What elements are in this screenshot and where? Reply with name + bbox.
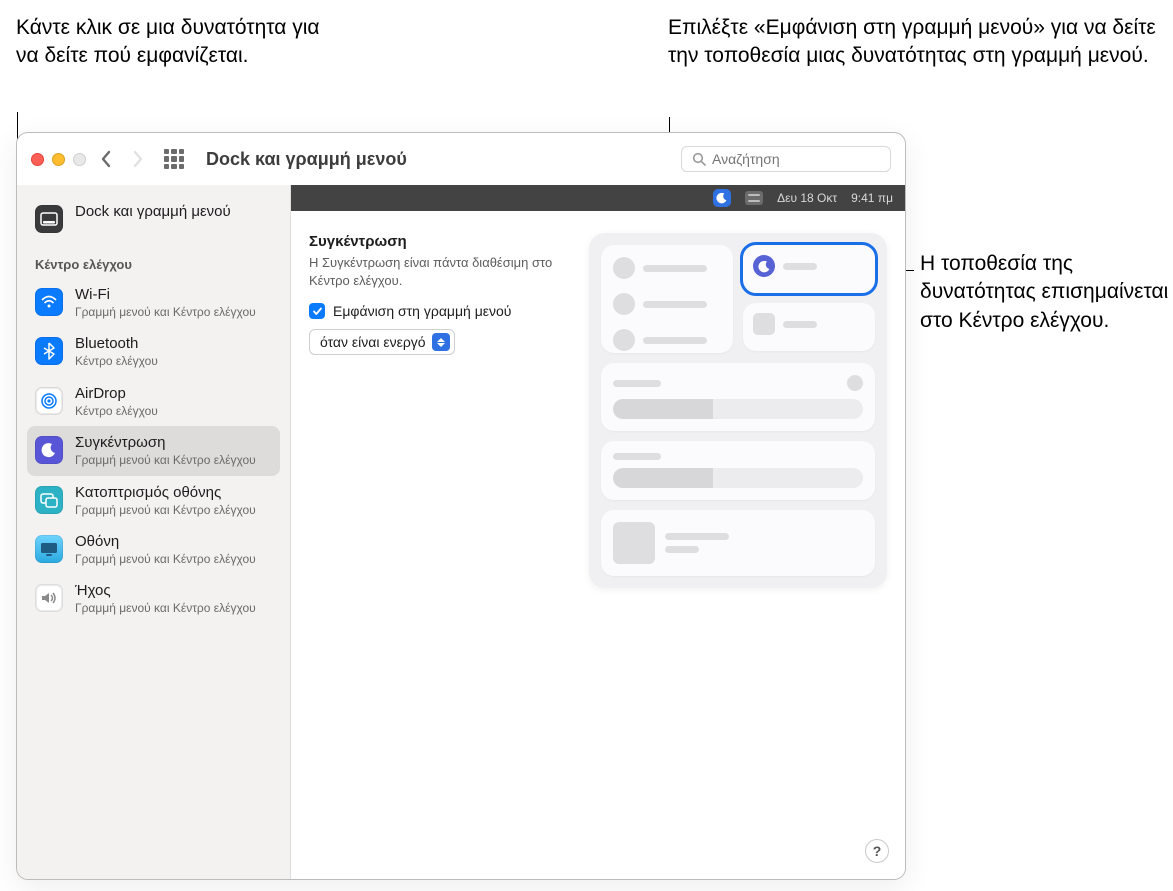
dock-icon xyxy=(35,205,63,233)
mirror-icon xyxy=(35,486,63,514)
chevron-right-icon xyxy=(132,150,144,168)
help-button[interactable]: ? xyxy=(865,839,889,863)
show-in-menubar-checkbox[interactable]: Εμφάνιση στη γραμμή μενού xyxy=(309,303,569,319)
detail-pane: Δευ 18 Οκτ 9:41 πμ Συγκέντρωση Η Συγκέντ… xyxy=(291,185,905,879)
sidebar-item-screen-mirroring[interactable]: Κατοπτρισμός οθόνης Γραμμή μενού και Κέν… xyxy=(27,476,280,525)
callout-right: Η τοποθεσία της δυνατότητας επισημαίνετα… xyxy=(920,250,1170,335)
window-title: Dock και γραμμή μενού xyxy=(206,149,407,170)
sidebar-item-label: Συγκέντρωση xyxy=(75,434,256,452)
detail-title: Συγκέντρωση xyxy=(309,233,569,250)
wifi-icon xyxy=(35,288,63,316)
sidebar-item-sub: Κέντρο ελέγχου xyxy=(75,404,158,418)
select-value: όταν είναι ενεργό xyxy=(320,334,426,350)
display-icon xyxy=(35,535,63,563)
titlebar: Dock και γραμμή μενού xyxy=(17,133,905,185)
show-all-button[interactable] xyxy=(164,149,184,169)
sidebar: Dock και γραμμή μενού Κέντρο ελέγχου Wi-… xyxy=(17,185,291,879)
preferences-window: Dock και γραμμή μενού Dock και γραμμή με… xyxy=(16,132,906,880)
detail-description: Η Συγκέντρωση είναι πάντα διαθέσιμη στο … xyxy=(309,254,569,289)
sidebar-item-label: Wi-Fi xyxy=(75,286,256,304)
sidebar-item-sub: Κέντρο ελέγχου xyxy=(75,354,158,368)
control-center-menubar-icon xyxy=(745,191,763,205)
menubar-time: 9:41 πμ xyxy=(851,191,893,205)
sidebar-item-sub: Γραμμή μενού και Κέντρο ελέγχου xyxy=(75,305,256,319)
airdrop-icon xyxy=(35,387,63,415)
callout-left: Κάντε κλικ σε μια δυνατότητα για να δείτ… xyxy=(16,14,326,71)
sidebar-item-label: Ήχος xyxy=(75,582,256,600)
cc-media-card xyxy=(601,510,875,576)
sidebar-item-wifi[interactable]: Wi-Fi Γραμμή μενού και Κέντρο ελέγχου xyxy=(27,278,280,327)
menubar-date: Δευ 18 Οκτ xyxy=(777,191,837,205)
cc-brightness-card xyxy=(601,363,875,431)
focus-menubar-icon xyxy=(713,189,731,207)
sidebar-item-sub: Γραμμή μενού και Κέντρο ελέγχου xyxy=(75,552,256,566)
sidebar-item-dock-menubar[interactable]: Dock και γραμμή μενού xyxy=(27,195,280,241)
moon-icon xyxy=(753,255,775,277)
sidebar-item-sound[interactable]: Ήχος Γραμμή μενού και Κέντρο ελέγχου xyxy=(27,574,280,623)
bluetooth-icon xyxy=(35,337,63,365)
search-input[interactable] xyxy=(712,151,880,167)
sidebar-item-label: Οθόνη xyxy=(75,533,256,551)
search-field[interactable] xyxy=(681,146,891,172)
sidebar-item-airdrop[interactable]: AirDrop Κέντρο ελέγχου xyxy=(27,377,280,426)
sidebar-item-sub: Γραμμή μενού και Κέντρο ελέγχου xyxy=(75,601,256,615)
speaker-icon xyxy=(35,584,63,612)
cc-sound-card xyxy=(601,441,875,500)
moon-icon xyxy=(35,436,63,464)
sidebar-item-bluetooth[interactable]: Bluetooth Κέντρο ελέγχου xyxy=(27,327,280,376)
sidebar-item-sub: Γραμμή μενού και Κέντρο ελέγχου xyxy=(75,503,256,517)
sidebar-item-label: Dock και γραμμή μενού xyxy=(75,203,231,221)
forward-button[interactable] xyxy=(126,150,150,168)
search-icon xyxy=(692,152,706,166)
when-active-select[interactable]: όταν είναι ενεργό xyxy=(309,329,455,355)
stepper-icon xyxy=(432,333,450,351)
sidebar-item-label: Κατοπτρισμός οθόνης xyxy=(75,484,256,502)
zoom-icon xyxy=(73,153,86,166)
checkbox-checked-icon xyxy=(309,303,325,319)
back-button[interactable] xyxy=(94,150,118,168)
sidebar-item-sub: Γραμμή μενού και Κέντρο ελέγχου xyxy=(75,453,256,467)
cc-generic-card xyxy=(743,303,875,351)
cc-focus-card xyxy=(743,245,875,293)
close-icon[interactable] xyxy=(31,153,44,166)
minimize-icon[interactable] xyxy=(52,153,65,166)
sidebar-item-display[interactable]: Οθόνη Γραμμή μενού και Κέντρο ελέγχου xyxy=(27,525,280,574)
sidebar-section-label: Κέντρο ελέγχου xyxy=(27,241,280,278)
chevron-left-icon xyxy=(100,150,112,168)
sidebar-item-label: Bluetooth xyxy=(75,335,158,353)
sidebar-item-focus[interactable]: Συγκέντρωση Γραμμή μενού και Κέντρο ελέγ… xyxy=(27,426,280,475)
checkbox-label: Εμφάνιση στη γραμμή μενού xyxy=(333,303,511,319)
sidebar-item-label: AirDrop xyxy=(75,385,158,403)
menubar-preview: Δευ 18 Οκτ 9:41 πμ xyxy=(291,185,905,211)
control-center-preview xyxy=(589,233,887,588)
callout-top-right: Επιλέξτε «Εμφάνιση στη γραμμή μενού» για… xyxy=(668,14,1168,71)
cc-connectivity-card xyxy=(601,245,733,353)
window-controls xyxy=(31,153,86,166)
